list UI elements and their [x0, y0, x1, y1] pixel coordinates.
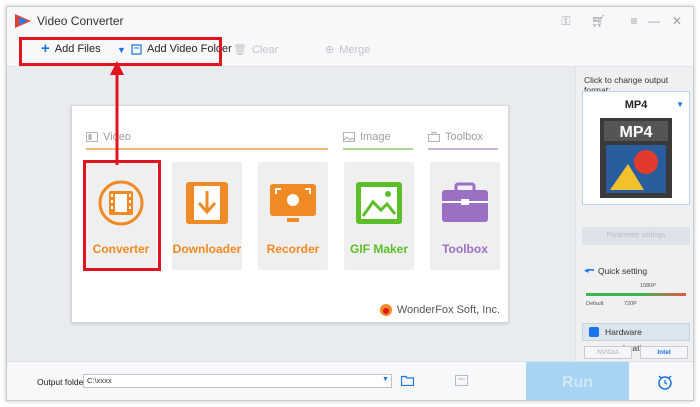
recorder-icon: [270, 184, 316, 222]
film-icon: [86, 132, 98, 142]
format-dropdown-icon: ▼: [676, 100, 684, 109]
key-icon[interactable]: ⚿: [559, 14, 573, 28]
clear-label: Clear: [251, 43, 279, 56]
parameter-settings-button[interactable]: Parameter settings: [582, 227, 690, 245]
gif-maker-tile[interactable]: GIF Maker: [344, 162, 414, 270]
toolbox-label: Toolbox: [442, 242, 488, 256]
recorder-label: Recorder: [266, 242, 320, 256]
gif-maker-icon: [356, 182, 402, 224]
open-output-folder-icon[interactable]: [455, 375, 468, 386]
bottom-bar: Output folder: C:\xxxx ▼ Run: [7, 361, 693, 400]
red-arrow-annotation: [110, 61, 124, 165]
slider-icon: ◂━: [584, 265, 594, 275]
section-toolbox: Toolbox: [428, 131, 483, 143]
mp4-format-icon: MP4: [600, 118, 672, 198]
image-divider: [343, 148, 413, 150]
hardware-acceleration-button[interactable]: Hardware acceleration: [582, 323, 690, 353]
section-toolbox-label: Toolbox: [445, 131, 483, 143]
nvidia-badge: NVIDIA: [584, 346, 632, 359]
quality-slider[interactable]: [586, 293, 686, 296]
brand-label: WonderFox Soft, Inc.: [396, 304, 500, 316]
chip-icon: [589, 327, 599, 337]
downloader-label: Downloader: [172, 242, 242, 256]
app-title: Video Converter: [37, 14, 124, 28]
wonderfox-logo-icon: [379, 304, 392, 316]
image-icon: [343, 132, 355, 142]
menu-icon[interactable]: ≡: [627, 14, 641, 28]
cart-icon[interactable]: 🛒︎: [591, 14, 606, 28]
title-bar: Video Converter ⚿ 🛒︎ ≡ — ✕: [7, 7, 693, 35]
trash-icon: 🗑︎: [233, 44, 247, 56]
merge-button[interactable]: ⊕ Merge: [325, 43, 371, 57]
recorder-tile[interactable]: Recorder: [258, 162, 328, 270]
merge-icon: ⊕: [325, 44, 335, 56]
close-icon[interactable]: ✕: [670, 14, 684, 28]
output-folder-input[interactable]: C:\xxxx: [83, 374, 392, 388]
highlight-box-converter: [83, 160, 161, 271]
app-window: Video Converter ⚿ 🛒︎ ≡ — ✕ + Add Files ▼…: [6, 6, 694, 401]
downloader-icon: [186, 182, 228, 224]
brand: WonderFox Soft, Inc.: [379, 304, 500, 316]
intel-badge: Intel: [640, 346, 688, 359]
output-panel: Click to change output format: MP4 ▼ MP4…: [575, 67, 693, 361]
alarm-clock-icon[interactable]: [657, 374, 673, 390]
downloader-tile[interactable]: Downloader: [172, 162, 242, 270]
output-folder-label: Output folder:: [37, 377, 89, 387]
quick-setting-label: Quick setting: [597, 265, 648, 276]
toolbox-tile[interactable]: Toolbox: [430, 162, 500, 270]
toolbox-divider: [428, 148, 498, 150]
res-720p-label: 720P: [624, 301, 637, 307]
toolbox-tile-icon: [442, 182, 488, 222]
quick-setting: ◂━ Quick setting: [584, 265, 647, 276]
app-logo-icon: [15, 14, 31, 28]
mp4-badge-label: MP4: [620, 124, 653, 141]
output-format-selector[interactable]: MP4 ▼ MP4: [582, 91, 690, 205]
clear-button[interactable]: 🗑︎ Clear: [233, 43, 279, 57]
main-area: Video Image Toolbox: [7, 61, 575, 361]
browse-folder-icon[interactable]: [401, 375, 414, 386]
toolbox-icon: [428, 132, 440, 142]
minimize-icon[interactable]: —: [647, 14, 661, 28]
run-button[interactable]: Run: [526, 362, 629, 400]
res-default-label: Default: [586, 301, 604, 307]
res-1080p-label: 1080P: [640, 283, 656, 289]
gif-maker-label: GIF Maker: [349, 242, 409, 256]
section-image-label: Image: [360, 131, 391, 143]
section-image: Image: [343, 131, 391, 143]
merge-label: Merge: [339, 43, 371, 56]
output-format-name: MP4: [624, 99, 648, 111]
output-folder-dropdown-icon[interactable]: ▼: [382, 376, 389, 383]
